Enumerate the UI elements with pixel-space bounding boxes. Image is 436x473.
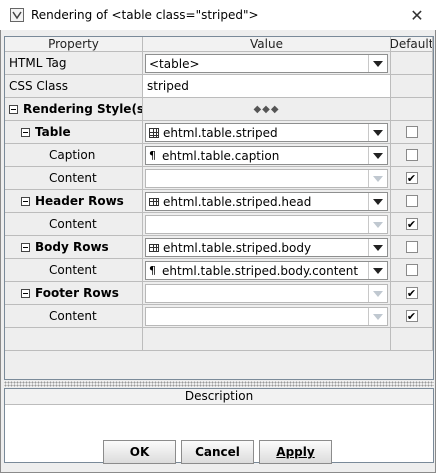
default-checkbox[interactable]: ✔ bbox=[405, 309, 418, 323]
paragraph-icon: ¶ bbox=[149, 149, 156, 162]
chevron-down-icon[interactable] bbox=[368, 147, 387, 164]
header-rows-combo[interactable]: ehtml.table.striped.head bbox=[145, 192, 388, 211]
app-icon bbox=[10, 8, 24, 22]
table-row: Content ✔ bbox=[5, 305, 433, 328]
content-style-combo[interactable] bbox=[145, 307, 388, 326]
table-row: Caption ¶ ehtml.table.caption bbox=[5, 144, 433, 167]
property-label: Content bbox=[49, 263, 97, 277]
table-rows-icon bbox=[149, 243, 159, 252]
combo-value: ehtml.table.striped bbox=[163, 125, 278, 140]
chevron-down-icon[interactable] bbox=[368, 193, 387, 210]
close-icon: ✕ bbox=[410, 5, 424, 25]
dialog-body: Property Value Default HTML Tag <table> … bbox=[0, 30, 436, 473]
ellipsis-button[interactable]: ◆◆◆ bbox=[253, 104, 279, 115]
table-style-combo[interactable]: ehtml.table.striped bbox=[145, 123, 388, 142]
combo-value: ehtml.table.caption bbox=[162, 148, 280, 163]
content-style-combo[interactable] bbox=[145, 215, 388, 234]
check-icon: ✔ bbox=[406, 171, 417, 185]
property-label: Content bbox=[49, 217, 97, 231]
table-icon bbox=[149, 127, 159, 138]
ok-button[interactable]: OK bbox=[103, 440, 176, 464]
property-label: Content bbox=[49, 171, 97, 185]
chevron-down-icon[interactable] bbox=[368, 170, 387, 187]
property-label: Content bbox=[49, 309, 97, 323]
title-bar: Rendering of <table class="striped"> ✕ bbox=[0, 0, 436, 30]
check-icon: ✔ bbox=[406, 309, 417, 323]
split-pane-divider[interactable] bbox=[4, 381, 434, 387]
content-style-combo[interactable] bbox=[145, 169, 388, 188]
collapse-icon[interactable] bbox=[21, 243, 30, 252]
column-header-value[interactable]: Value bbox=[143, 37, 391, 52]
content-style-combo[interactable]: ¶ ehtml.table.striped.body.content bbox=[145, 261, 388, 280]
default-checkbox[interactable] bbox=[405, 264, 418, 276]
table-row: Content ✔ bbox=[5, 213, 433, 236]
property-label: Caption bbox=[49, 148, 96, 162]
combo-value: ehtml.table.striped.body bbox=[163, 240, 312, 255]
property-table: Property Value Default HTML Tag <table> … bbox=[4, 36, 434, 380]
table-row: HTML Tag <table> bbox=[5, 52, 433, 75]
chevron-down-icon[interactable] bbox=[368, 216, 387, 233]
table-row: Content ¶ ehtml.table.striped.body.conten… bbox=[5, 259, 433, 282]
chevron-down-icon[interactable] bbox=[368, 285, 387, 302]
table-row: Content ✔ bbox=[5, 167, 433, 190]
combo-value: <table> bbox=[149, 56, 200, 71]
default-checkbox[interactable] bbox=[405, 195, 418, 207]
table-rows-icon bbox=[149, 197, 159, 206]
chevron-down-icon[interactable] bbox=[368, 239, 387, 256]
window-title: Rendering of <table class="striped"> bbox=[31, 8, 259, 22]
css-class-field[interactable]: striped bbox=[143, 75, 390, 97]
apply-button[interactable]: Apply bbox=[259, 440, 332, 464]
description-header: Description bbox=[5, 389, 433, 405]
default-checkbox[interactable] bbox=[405, 126, 418, 138]
property-label: Footer Rows bbox=[35, 286, 119, 300]
table-row: Rendering Style(s) ◆◆◆ bbox=[5, 98, 433, 121]
html-tag-combo[interactable]: <table> bbox=[145, 54, 388, 73]
collapse-icon[interactable] bbox=[21, 289, 30, 298]
column-header-default[interactable]: Default bbox=[391, 37, 433, 52]
default-checkbox[interactable] bbox=[405, 149, 418, 161]
table-row: Table ehtml.table.striped bbox=[5, 121, 433, 144]
collapse-icon[interactable] bbox=[21, 197, 30, 206]
table-row: Footer Rows ✔ bbox=[5, 282, 433, 305]
property-label: HTML Tag bbox=[9, 56, 67, 70]
collapse-icon[interactable] bbox=[9, 105, 18, 114]
property-label: Header Rows bbox=[35, 194, 124, 208]
check-icon: ✔ bbox=[406, 217, 417, 231]
combo-value: ehtml.table.striped.body.content bbox=[162, 263, 359, 278]
check-icon: ✔ bbox=[406, 286, 417, 300]
default-checkbox[interactable]: ✔ bbox=[405, 171, 418, 185]
button-bar: OK Cancel Apply bbox=[0, 438, 436, 468]
chevron-down-icon[interactable] bbox=[368, 124, 387, 141]
collapse-icon[interactable] bbox=[21, 128, 30, 137]
caption-style-combo[interactable]: ¶ ehtml.table.caption bbox=[145, 146, 388, 165]
property-label: CSS Class bbox=[9, 79, 68, 93]
combo-value: ehtml.table.striped.head bbox=[163, 194, 312, 209]
body-rows-combo[interactable]: ehtml.table.striped.body bbox=[145, 238, 388, 257]
chevron-down-icon[interactable] bbox=[368, 55, 387, 72]
default-checkbox[interactable]: ✔ bbox=[405, 217, 418, 231]
property-label: Body Rows bbox=[35, 240, 109, 254]
default-checkbox[interactable]: ✔ bbox=[405, 286, 418, 300]
table-header: Property Value Default bbox=[5, 37, 433, 52]
property-label: Table bbox=[35, 125, 71, 139]
empty-row bbox=[5, 328, 433, 351]
column-header-property[interactable]: Property bbox=[5, 37, 143, 52]
property-label: Rendering Style(s) bbox=[23, 102, 143, 116]
cancel-button[interactable]: Cancel bbox=[181, 440, 254, 464]
default-checkbox[interactable] bbox=[405, 241, 418, 253]
footer-rows-combo[interactable] bbox=[145, 284, 388, 303]
chevron-down-icon[interactable] bbox=[368, 262, 387, 279]
paragraph-icon: ¶ bbox=[149, 264, 156, 277]
table-row: Body Rows ehtml.table.striped.body bbox=[5, 236, 433, 259]
table-row: CSS Class striped bbox=[5, 75, 433, 98]
chevron-down-icon[interactable] bbox=[368, 308, 387, 325]
close-button[interactable]: ✕ bbox=[398, 0, 436, 30]
table-row: Header Rows ehtml.table.striped.head bbox=[5, 190, 433, 213]
